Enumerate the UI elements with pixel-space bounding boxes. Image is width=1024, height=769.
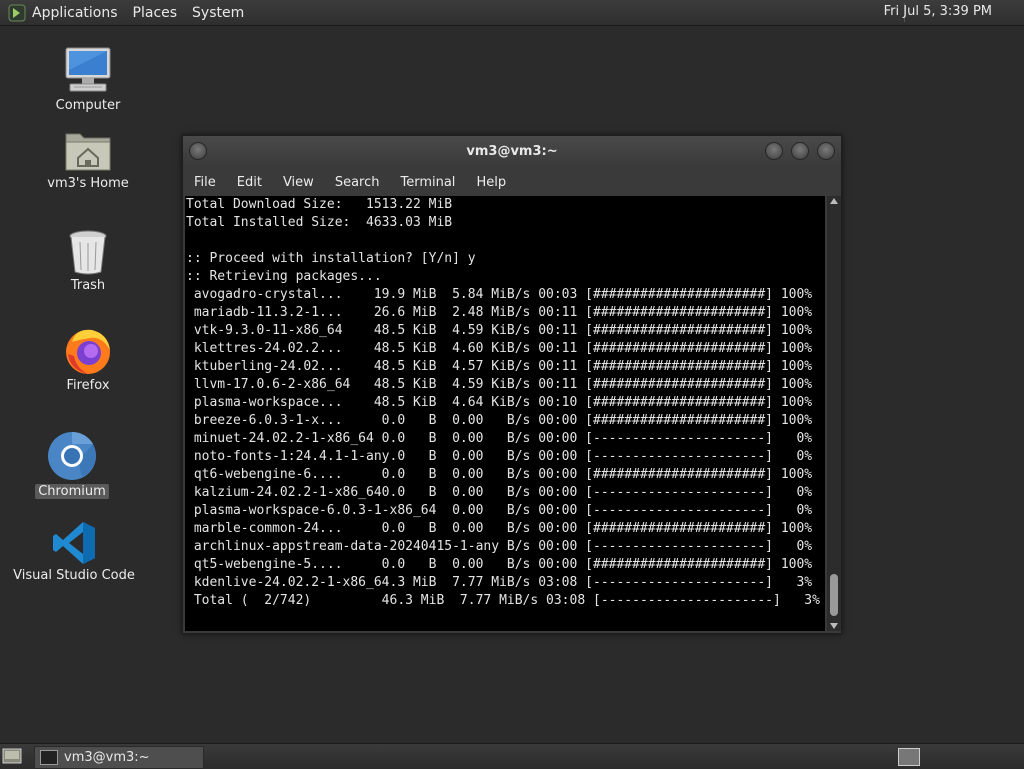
- computer-icon: [65, 47, 111, 92]
- home-folder-icon: [65, 133, 111, 171]
- window-title: vm3@vm3:~: [466, 144, 558, 159]
- desktop-icon-label: Firefox: [66, 378, 110, 393]
- desktop-icon-firefox[interactable]: Firefox: [28, 324, 148, 393]
- trash-icon: [69, 230, 107, 275]
- desktop-icon-label: Visual Studio Code: [13, 568, 135, 583]
- scroll-thumb[interactable]: [830, 574, 838, 616]
- minimize-button[interactable]: [765, 142, 783, 160]
- scroll-down-arrow-icon[interactable]: [830, 623, 838, 629]
- desktop-icon-computer[interactable]: Computer: [28, 44, 148, 113]
- menu-edit[interactable]: Edit: [237, 175, 262, 190]
- menu-system[interactable]: System: [192, 5, 244, 21]
- terminal-window[interactable]: vm3@vm3:~ File Edit View Search Terminal…: [182, 135, 842, 634]
- show-desktop-icon[interactable]: [2, 747, 22, 765]
- title-bar[interactable]: vm3@vm3:~: [183, 136, 841, 166]
- desktop-icon-label: Trash: [70, 278, 106, 293]
- terminal-icon: [40, 750, 58, 765]
- vscode-icon: [53, 522, 95, 564]
- terminal-text: Total Download Size: 1513.22 MiB Total I…: [186, 197, 820, 608]
- menu-search[interactable]: Search: [335, 175, 380, 190]
- firefox-icon: [66, 329, 110, 374]
- taskbar-label: vm3@vm3:~: [64, 750, 150, 765]
- terminal-scrollbar[interactable]: [827, 196, 841, 631]
- desktop-icon-trash[interactable]: Trash: [28, 228, 148, 293]
- chromium-icon: [48, 431, 96, 480]
- clock[interactable]: Fri Jul 5, 3:39 PM: [884, 4, 992, 19]
- desktop-icon-chromium[interactable]: Chromium: [12, 430, 132, 499]
- menu-applications[interactable]: Applications: [32, 5, 118, 21]
- desktop-icon-home[interactable]: vm3's Home: [28, 126, 148, 191]
- menu-terminal[interactable]: Terminal: [400, 175, 455, 190]
- menu-places[interactable]: Places: [133, 5, 178, 21]
- terminal-menubar: File Edit View Search Terminal Help: [183, 168, 841, 196]
- desktop-icon-vscode[interactable]: Visual Studio Code: [13, 520, 135, 583]
- scroll-up-arrow-icon[interactable]: [830, 198, 838, 204]
- desktop-icon-label: Computer: [55, 98, 121, 113]
- close-button[interactable]: [817, 142, 835, 160]
- menu-view[interactable]: View: [283, 175, 314, 190]
- maximize-button[interactable]: [791, 142, 809, 160]
- top-panel: Applications Places System Fri Jul 5, 3:…: [0, 0, 1024, 26]
- workspace-switcher[interactable]: [898, 748, 920, 766]
- menu-file[interactable]: File: [194, 175, 216, 190]
- menu-help[interactable]: Help: [476, 175, 506, 190]
- desktop-icon-label: vm3's Home: [47, 176, 129, 191]
- taskbar-terminal-button[interactable]: vm3@vm3:~: [34, 746, 204, 769]
- terminal-output[interactable]: Total Download Size: 1513.22 MiB Total I…: [185, 196, 825, 631]
- applications-icon[interactable]: [8, 4, 26, 22]
- desktop-icon-label: Chromium: [35, 484, 109, 499]
- bottom-panel: vm3@vm3:~: [0, 743, 1024, 769]
